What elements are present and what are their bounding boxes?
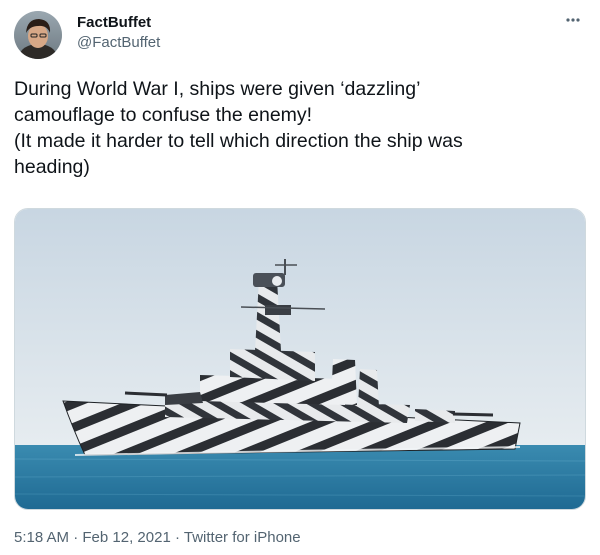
tweet-text-line: (It made it harder to tell which directi… (14, 130, 463, 152)
author-names: FactBuffet @FactBuffet (77, 13, 160, 53)
tweet-photo[interactable] (14, 208, 586, 510)
more-options-button[interactable] (562, 11, 584, 29)
tweet-text-line: heading) (14, 156, 90, 178)
handle[interactable]: @FactBuffet (77, 33, 160, 53)
tweet-header: FactBuffet @FactBuffet (14, 11, 586, 61)
display-name[interactable]: FactBuffet (77, 13, 160, 33)
tweet-metadata: 5:18 AM · Feb 12, 2021 · Twitter for iPh… (14, 528, 301, 548)
tweet-text-line: camouflage to confuse the enemy! (14, 104, 313, 126)
more-horizontal-icon (566, 18, 580, 22)
tweet-time[interactable]: 5:18 AM (14, 529, 69, 546)
tweet-card: FactBuffet @FactBuffet During World War … (0, 0, 600, 555)
meta-separator: · (73, 529, 79, 546)
warship-photo (15, 209, 585, 509)
meta-separator: · (174, 529, 180, 546)
avatar[interactable] (14, 11, 62, 59)
tweet-text: During World War I, ships were given ‘da… (14, 76, 586, 180)
tweet-source[interactable]: Twitter for iPhone (184, 529, 301, 546)
tweet-text-line: During World War I, ships were given ‘da… (14, 78, 421, 100)
tweet-date[interactable]: Feb 12, 2021 (82, 529, 170, 546)
user-avatar-icon (14, 11, 62, 59)
